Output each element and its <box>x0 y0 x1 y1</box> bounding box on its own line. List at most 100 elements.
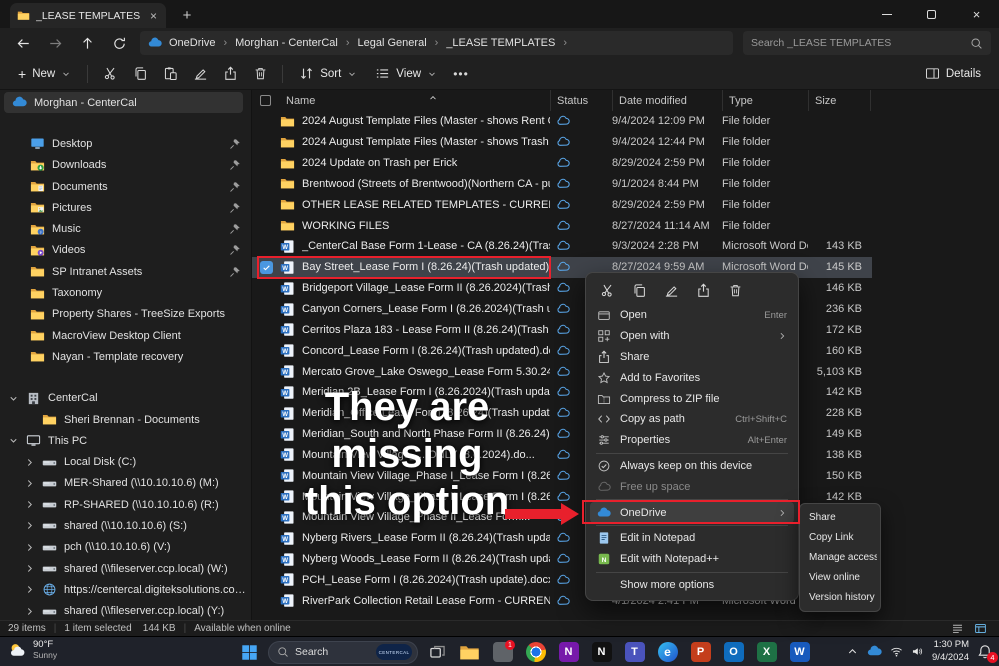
sidebar-item-onedrive-root[interactable]: Morghan - CenterCal <box>4 92 243 113</box>
trash-quick-button[interactable] <box>722 278 748 302</box>
context-menu-item-open[interactable]: OpenEnter <box>590 305 794 326</box>
breadcrumb-item-legal-general[interactable]: Legal General <box>354 37 431 49</box>
taskbar-app-edge[interactable]: e <box>654 640 681 664</box>
rename-button[interactable] <box>186 61 214 87</box>
new-tab-button[interactable]: + <box>176 4 198 26</box>
sidebar-item-shared-fileserver-ccp-local-w[interactable]: shared (\\fileserver.ccp.local) (W:) <box>0 558 251 579</box>
wifi-icon[interactable] <box>890 645 903 658</box>
column-header-status[interactable]: Status <box>550 90 612 111</box>
context-menu-item-share[interactable]: Share <box>590 347 794 368</box>
breadcrumb-item-onedrive[interactable]: OneDrive <box>165 37 219 49</box>
taskbar-app-chrome[interactable] <box>522 640 549 664</box>
search-input[interactable] <box>751 37 970 49</box>
sidebar-item-music[interactable]: ♪Music <box>0 218 251 239</box>
sidebar-item-sheri-brennan-documents[interactable]: Sheri Brennan - Documents <box>0 409 251 430</box>
sidebar-item-rp-shared-10-10-10-6-r[interactable]: RP-SHARED (\\10.10.10.6) (R:) <box>0 494 251 515</box>
back-button[interactable] <box>8 30 38 56</box>
file-row-2024-update-on-trash-per-erick[interactable]: 2024 Update on Trash per Erick8/29/2024 … <box>252 153 999 174</box>
rename-quick-button[interactable] <box>658 278 684 302</box>
share-quick-button[interactable] <box>690 278 716 302</box>
copy-button[interactable] <box>126 61 154 87</box>
breadcrumb-item-morghan-centercal[interactable]: Morghan - CenterCal <box>231 37 342 49</box>
sidebar-item-videos[interactable]: Videos <box>0 240 251 261</box>
column-header-size[interactable]: Size <box>808 90 870 111</box>
submenu-item-share[interactable]: Share <box>803 507 877 527</box>
file-row-2024-august-template-files-master-shows-[interactable]: 2024 August Template Files (Master - sho… <box>252 132 999 153</box>
list-view-toggle-icon[interactable] <box>951 622 964 635</box>
paste-button[interactable] <box>156 61 184 87</box>
sidebar-group-this-pc[interactable]: This PC <box>0 430 251 451</box>
taskbar-app-teams[interactable]: T <box>621 640 648 664</box>
sidebar-item-shared-10-10-10-6-s[interactable]: shared (\\10.10.10.6) (S:) <box>0 515 251 536</box>
sidebar-item-mer-shared-10-10-10-6-m[interactable]: MER-Shared (\\10.10.10.6) (M:) <box>0 473 251 494</box>
minimize-button[interactable] <box>864 0 909 28</box>
file-row-2024-august-template-files-master-shows-[interactable]: 2024 August Template Files (Master - sho… <box>252 111 999 132</box>
context-menu-item-properties[interactable]: PropertiesAlt+Enter <box>590 430 794 451</box>
sort-button[interactable]: Sort <box>291 61 365 87</box>
taskbar-app-file-explorer[interactable] <box>456 640 483 664</box>
delete-button[interactable] <box>246 61 274 87</box>
share-button[interactable] <box>216 61 244 87</box>
refresh-button[interactable] <box>104 30 134 56</box>
file-row-brentwood-streets-of-brentwood-northern-[interactable]: Brentwood (Streets of Brentwood)(Norther… <box>252 174 999 195</box>
copy-quick-button[interactable] <box>626 278 652 302</box>
cut-quick-button[interactable] <box>594 278 620 302</box>
tab-close-icon[interactable]: × <box>148 9 159 23</box>
sidebar-item-https-centercal-digiteksolutions-com-uploads-x[interactable]: https://centercal.digiteksolutions.com/u… <box>0 579 251 600</box>
tray-chevron-up-icon[interactable] <box>846 645 859 658</box>
close-button[interactable]: × <box>954 0 999 28</box>
sidebar-item-documents[interactable]: Documents <box>0 176 251 197</box>
context-menu-item-always-keep-on-this-device[interactable]: Always keep on this device <box>590 456 794 477</box>
more-options-button[interactable]: ••• <box>447 61 475 87</box>
submenu-item-version-history[interactable]: Version history <box>803 588 877 608</box>
maximize-button[interactable] <box>909 0 954 28</box>
cut-button[interactable] <box>96 61 124 87</box>
file-row-other-lease-related-templates-current[interactable]: OTHER LEASE RELATED TEMPLATES - CURRENT8… <box>252 194 999 215</box>
context-menu-item-onedrive[interactable]: OneDrive <box>590 502 794 523</box>
context-menu-item-copy-as-path[interactable]: Copy as pathCtrl+Shift+C <box>590 409 794 430</box>
taskbar-clock[interactable]: 1:30 PM 9/4/2024 <box>932 639 969 664</box>
taskbar-app-notification-app[interactable]: 1 <box>489 640 516 664</box>
sidebar-item-macroview-desktop-client[interactable]: MacroView Desktop Client <box>0 325 251 346</box>
column-header-name[interactable]: Name <box>280 95 550 107</box>
column-header-date-modified[interactable]: Date modified <box>612 90 722 111</box>
details-view-toggle-icon[interactable] <box>974 622 987 635</box>
file-row-centercal-base-form-1-lease-ca-8-26-24-t[interactable]: W_CenterCal Base Form 1-Lease - CA (8.26… <box>252 236 999 257</box>
new-button[interactable]: + New <box>10 61 79 87</box>
sidebar-item-property-shares-treesize-exports[interactable]: Property Shares - TreeSize Exports <box>0 304 251 325</box>
context-menu-item-edit-in-notepad[interactable]: Edit in Notepad <box>590 528 794 549</box>
context-menu-item-edit-with-notepad[interactable]: NEdit with Notepad++ <box>590 549 794 570</box>
notification-bell[interactable]: 4 <box>977 644 993 660</box>
sidebar-item-downloads[interactable]: Downloads <box>0 155 251 176</box>
sidebar-item-nayan-template-recovery[interactable]: Nayan - Template recovery <box>0 346 251 367</box>
taskbar-app-powerpoint[interactable]: P <box>687 640 714 664</box>
context-menu-item-open-with[interactable]: Open with <box>590 326 794 347</box>
context-menu-item-compress-to-zip-file[interactable]: Compress to ZIP file <box>590 388 794 409</box>
context-menu-item-free-up-space[interactable]: Free up space <box>590 476 794 497</box>
weather-widget[interactable]: 90°F Sunny <box>8 640 57 661</box>
volume-icon[interactable] <box>911 645 924 658</box>
taskbar-app-notion[interactable]: N <box>588 640 615 664</box>
sidebar-item-pictures[interactable]: Pictures <box>0 197 251 218</box>
sidebar-item-taxonomy[interactable]: Taxonomy <box>0 282 251 303</box>
onedrive-tray-icon[interactable] <box>867 644 882 659</box>
submenu-item-manage-access[interactable]: Manage access <box>803 547 877 567</box>
taskbar-app-outlook[interactable]: O <box>720 640 747 664</box>
sidebar-item-desktop[interactable]: Desktop <box>0 133 251 154</box>
start-button[interactable] <box>236 640 262 664</box>
submenu-item-copy-link[interactable]: Copy Link <box>803 527 877 547</box>
breadcrumb-item-lease-templates[interactable]: _LEASE TEMPLATES <box>442 37 559 49</box>
column-header-type[interactable]: Type <box>722 90 808 111</box>
row-checkbox[interactable] <box>260 261 280 274</box>
context-menu-item-add-to-favorites[interactable]: Add to Favorites <box>590 367 794 388</box>
select-all-checkbox[interactable] <box>260 95 280 106</box>
sidebar-item-sp-intranet-assets[interactable]: SP Intranet Assets <box>0 261 251 282</box>
view-button[interactable]: View <box>367 61 445 87</box>
taskbar-app-excel[interactable]: X <box>753 640 780 664</box>
taskbar-search[interactable]: Search CENTERCAL <box>268 641 418 664</box>
submenu-item-view-online[interactable]: View online <box>803 568 877 588</box>
sidebar-item-shared-fileserver-ccp-local-y[interactable]: shared (\\fileserver.ccp.local) (Y:) <box>0 601 251 620</box>
taskbar-app-onenote[interactable]: N <box>555 640 582 664</box>
forward-button[interactable] <box>40 30 70 56</box>
up-button[interactable] <box>72 30 102 56</box>
